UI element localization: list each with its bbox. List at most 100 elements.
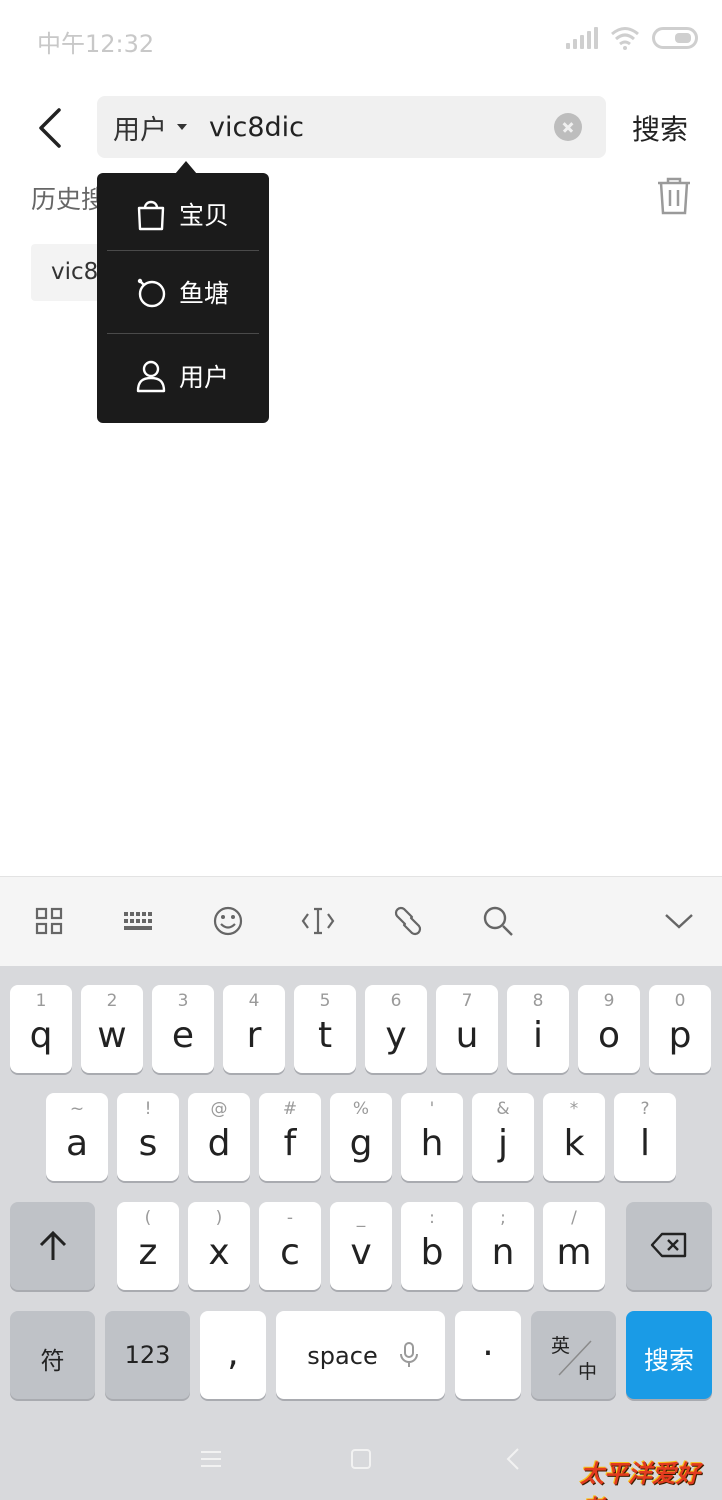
key-o[interactable]: 9o [578,985,640,1073]
key-label: c [280,1232,300,1273]
key-hint: / [571,1208,577,1228]
key-c[interactable]: -c [259,1202,321,1290]
search-box: 用户 [97,96,606,158]
key-hint: 7 [461,991,473,1011]
key-hint: 0 [674,991,686,1011]
search-scope-select[interactable]: 用户 [113,96,187,158]
dropdown-item-baobei[interactable]: 宝贝 [97,173,269,255]
key-i[interactable]: 8i [507,985,569,1073]
signal-icon [566,27,598,49]
microphone-icon [400,1342,418,1367]
symbols-key[interactable]: 符 [10,1311,95,1399]
battery-icon [652,27,698,49]
enter-key-label: 搜索 [643,1346,694,1375]
key-label: a [65,1123,89,1164]
back-button[interactable] [24,100,74,156]
key-label: p [668,1015,692,1056]
key-label: x [208,1232,230,1273]
back-nav-button[interactable] [493,1442,533,1476]
key-b[interactable]: :b [401,1202,463,1290]
dropdown-item-yonghu[interactable]: 用户 [97,335,269,417]
backspace-icon [650,1232,687,1258]
key-g[interactable]: % g [330,1093,392,1181]
search-button[interactable]: 搜索 [632,108,688,148]
search-input[interactable] [209,96,539,158]
space-key[interactable]: space [276,1311,445,1399]
key-a[interactable]: ~ a [46,1093,108,1181]
numbers-key-label: 123 [124,1341,171,1369]
clear-input-button[interactable] [554,113,582,141]
key-t[interactable]: 5t [294,985,356,1073]
key-label: j [497,1123,508,1164]
home-square-icon [351,1449,371,1469]
key-hint: 2 [106,991,118,1011]
key-hint: 9 [603,991,615,1011]
key-s[interactable]: ! s [117,1093,179,1181]
key-e[interactable]: 3e [152,985,214,1073]
key-label: l [639,1123,650,1164]
keyboard-toolbar [0,876,722,966]
key-m[interactable]: / m [543,1202,605,1290]
key-hint: ' [429,1099,435,1119]
key-h[interactable]: ' h [401,1093,463,1181]
key-r[interactable]: 4r [223,985,285,1073]
key-n[interactable]: ; n [472,1202,534,1290]
cursor-icon[interactable] [296,899,340,943]
comma-key[interactable]: , [200,1311,266,1399]
key-p[interactable]: 0p [649,985,711,1073]
app-screen: 中午12:32 用户 搜索 历史搜索 [0,0,722,1500]
key-v[interactable]: _ v [330,1202,392,1290]
key-d[interactable]: @ d [188,1093,250,1181]
key-label: n [491,1232,515,1273]
period-key[interactable]: · [455,1311,521,1399]
enter-search-key[interactable]: 搜索 [626,1311,712,1399]
key-hint: @ [210,1099,228,1119]
menu-nav-button[interactable] [191,1442,231,1476]
grid-icon[interactable] [27,899,71,943]
dropdown-item-label: 鱼塘 [179,279,230,308]
key-hint: * [569,1099,579,1119]
clip-icon[interactable] [386,899,430,943]
key-label: k [563,1123,585,1164]
key-hint: ; [500,1208,506,1228]
key-x[interactable]: ) x [188,1202,250,1290]
key-z[interactable]: (z [117,1202,179,1290]
key-label: d [207,1123,231,1164]
shopping-bag-icon [137,200,165,231]
key-hint: ? [640,1099,650,1119]
key-hint: _ [356,1208,366,1228]
key-f[interactable]: # f [259,1093,321,1181]
keyboard: 1q2w3e4r5t6y7u8i9o0p ~ a! s @ d # f% g ' h & j * k? l … [0,966,722,1416]
key-label: o [597,1015,621,1056]
dropdown-item-yutang[interactable]: 鱼塘 [97,251,269,333]
language-switch-key[interactable]: 英 中 [531,1311,616,1399]
emoji-icon[interactable] [206,899,250,943]
chevron-down-icon[interactable] [657,899,701,943]
key-k[interactable]: * k [543,1093,605,1181]
key-y[interactable]: 6y [365,985,427,1073]
wifi-icon [611,27,639,50]
key-label: g [349,1123,373,1164]
key-l[interactable]: ? l [614,1093,676,1181]
trash-icon [658,177,690,215]
key-label: b [420,1232,444,1273]
shift-key[interactable] [10,1202,95,1290]
search-icon[interactable] [476,899,520,943]
key-label: w [97,1015,127,1056]
numbers-key[interactable]: 123 [105,1311,190,1399]
backspace-key[interactable] [626,1202,712,1290]
comma-key-label: , [227,1333,239,1374]
key-hint: 4 [248,991,260,1011]
clear-history-button[interactable] [656,177,692,215]
key-u[interactable]: 7u [436,985,498,1073]
key-label: t [317,1015,333,1056]
slash-icon [558,1340,592,1376]
key-hint: % [352,1099,370,1119]
keyboard-icon[interactable] [116,899,160,943]
key-w[interactable]: 2w [81,985,143,1073]
home-nav-button[interactable] [341,1442,381,1476]
key-j[interactable]: & j [472,1093,534,1181]
key-q[interactable]: 1q [10,985,72,1073]
key-hint: 5 [319,991,331,1011]
key-hint: 1 [35,991,47,1011]
